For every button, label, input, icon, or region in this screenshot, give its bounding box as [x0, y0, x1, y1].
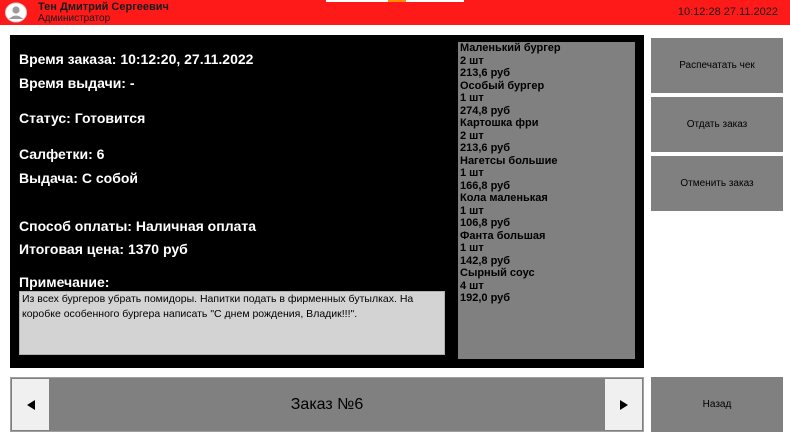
list-item: Нагетсы большие 1 шт 166,8 руб [460, 155, 633, 193]
order-status: Статус: Готовится [19, 110, 146, 126]
item-price: 213,6 руб [460, 67, 511, 79]
napkins-count: Салфетки: 6 [19, 146, 105, 162]
total-price: Итоговая цена: 1370 руб [19, 241, 188, 257]
list-item: Фанта большая 1 шт 142,8 руб [460, 230, 633, 268]
item-name: Сырный соус [460, 267, 535, 279]
give-order-button[interactable]: Отдать заказ [651, 97, 783, 152]
item-price: 142,8 руб [460, 254, 511, 267]
order-navigator: Заказ №6 [10, 377, 644, 432]
item-qty: 4 шт [460, 279, 484, 292]
list-item: Особый бургер 1 шт 274,8 руб [460, 80, 633, 118]
top-tab-markers [326, 0, 464, 2]
pickup-time: Время выдачи: - [19, 75, 135, 91]
order-time: Время заказа: 10:12:20, 27.11.2022 [19, 51, 254, 67]
item-name: Картошка фри [460, 117, 539, 129]
item-name: Фанта большая [460, 229, 546, 242]
item-price: 213,6 руб [460, 142, 511, 154]
payment-method: Способ оплаты: Наличная оплата [19, 218, 257, 234]
item-qty: 2 шт [460, 54, 484, 67]
item-name: Нагетсы большие [460, 154, 558, 167]
order-number-title: Заказ №6 [290, 395, 364, 413]
item-name: Кола маленькая [460, 192, 548, 204]
note-label: Примечание: [19, 274, 110, 290]
item-name: Особый бургер [460, 79, 545, 92]
item-price: 274,8 руб [460, 104, 511, 117]
triangle-left-icon [26, 399, 35, 410]
order-items-list: Маленький бургер 2 шт 213,6 руб Особый б… [458, 42, 635, 359]
item-name: Маленький бургер [460, 42, 561, 54]
item-price: 192,0 руб [460, 292, 511, 304]
item-qty: 1 шт [460, 242, 484, 254]
cancel-order-button[interactable]: Отменить заказ [651, 156, 783, 211]
item-qty: 1 шт [460, 167, 484, 179]
order-details-panel: Время заказа: 10:12:20, 27.11.2022 Время… [10, 35, 644, 368]
note-text: Из всех бургеров убрать помидоры. Напитк… [19, 291, 445, 355]
print-receipt-button[interactable]: Распечатать чек [651, 38, 783, 93]
user-avatar-icon [5, 2, 27, 23]
item-price: 106,8 руб [460, 217, 511, 229]
list-item: Маленький бургер 2 шт 213,6 руб [460, 42, 633, 80]
user-name: Тен Дмитрий Сергеевич [38, 1, 169, 13]
list-item: Картошка фри 2 шт 213,6 руб [460, 117, 633, 155]
next-order-button[interactable] [605, 379, 642, 430]
item-qty: 1 шт [460, 92, 484, 104]
list-item: Кола маленькая 1 шт 106,8 руб [460, 192, 633, 230]
back-button[interactable]: Назад [651, 377, 783, 432]
top-bar: Тен Дмитрий Сергеевич Администратор 10:1… [0, 0, 790, 25]
item-price: 166,8 руб [460, 179, 511, 192]
prev-order-button[interactable] [12, 379, 49, 430]
user-role: Администратор [38, 13, 111, 24]
delivery-type: Выдача: С собой [19, 170, 138, 186]
item-qty: 2 шт [460, 129, 484, 142]
triangle-right-icon [619, 399, 628, 410]
clock: 10:12:28 27.11.2022 [677, 6, 778, 18]
item-qty: 1 шт [460, 204, 484, 217]
list-item: Сырный соус 4 шт 192,0 руб [460, 267, 633, 305]
